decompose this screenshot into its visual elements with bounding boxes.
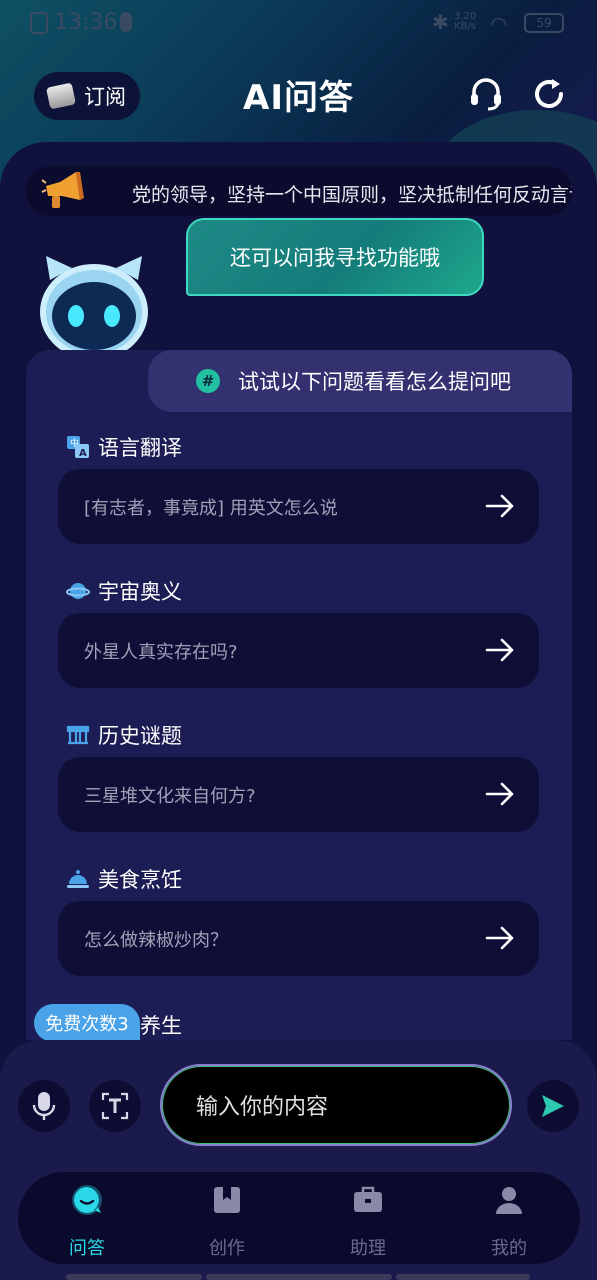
svg-text:中: 中 (70, 437, 79, 449)
bubble-text: 还可以问我寻找功能哦 (230, 246, 440, 270)
translate-icon: 中 A (67, 436, 89, 459)
chat-icon (72, 1185, 102, 1215)
hash-icon: # (196, 369, 220, 393)
gesture-bar-segment (66, 1274, 202, 1280)
briefcase-icon (354, 1186, 382, 1212)
category-title: 宇宙奥义 (66, 576, 182, 606)
cloche-icon (67, 870, 89, 888)
megaphone-icon (41, 172, 84, 208)
status-bar: 13:36 ✱ 3.20 KB/s ◠ 59 (0, 0, 597, 48)
category-title: 美食烹饪 (66, 864, 182, 894)
category-title-partial: 养生 (140, 1014, 182, 1038)
wifi-icon: ◠ (490, 12, 508, 36)
user-icon (496, 1187, 522, 1214)
nav-tab-assistant[interactable]: 助理 (318, 1184, 418, 1260)
refresh-icon[interactable] (531, 76, 567, 112)
gesture-bar-segment (396, 1274, 530, 1280)
message-input[interactable]: 输入你的内容 (160, 1064, 512, 1146)
planet-icon (66, 583, 90, 599)
free-count-badge: 免费次数3 (34, 1004, 140, 1042)
net-speed: 3.20 KB/s (454, 11, 477, 32)
assistant-bubble: 还可以问我寻找功能哦 (186, 218, 484, 296)
suggestion-question[interactable]: [有志者，事竟成] 用英文怎么说 (58, 469, 539, 544)
announcement-marquee[interactable]: 党的领导，坚持一个中国原则，坚决抵制任何反动言论 (26, 166, 572, 216)
text-format-icon (101, 1092, 129, 1120)
history-icon (66, 725, 90, 745)
suggestion-question[interactable]: 怎么做辣椒炒肉？ (58, 901, 539, 976)
nav-tab-mine[interactable]: 我的 (459, 1184, 559, 1260)
headset-icon[interactable] (468, 76, 504, 112)
voice-input-button[interactable] (18, 1080, 70, 1132)
arrow-right-icon (485, 782, 514, 806)
bookmark-icon (214, 1187, 240, 1213)
bluetooth-icon: ✱ (432, 10, 449, 34)
svg-text:A: A (79, 448, 87, 459)
mic-status-icon (120, 12, 132, 32)
battery-icon: 59 (524, 13, 564, 33)
category-title: 历史谜题 (66, 720, 182, 750)
suggestions-tab: # 试试以下问题看看怎么提问吧 (148, 350, 572, 412)
microphone-icon (32, 1092, 56, 1120)
nav-tab-create[interactable]: 创作 (177, 1184, 277, 1260)
suggestions-tab-label: 试试以下问题看看怎么提问吧 (238, 370, 511, 394)
nav-tab-qa[interactable]: 问答 (37, 1184, 137, 1260)
arrow-right-icon (485, 926, 514, 950)
send-icon (542, 1095, 564, 1117)
gesture-bar-segment (206, 1274, 392, 1280)
suggestion-question[interactable]: 外星人真实存在吗? (58, 613, 539, 688)
robot-avatar (40, 256, 148, 360)
message-placeholder: 输入你的内容 (196, 1095, 329, 1120)
suggestion-question[interactable]: 三星堆文化来自何方? (58, 757, 539, 832)
category-title: 中 A 语言翻译 (66, 432, 182, 462)
page-title: AI问答 (243, 78, 354, 118)
announcement-text: 党的领导，坚持一个中国原则，坚决抵制任何反动言论 (132, 184, 572, 206)
text-mode-button[interactable] (89, 1080, 141, 1132)
send-button[interactable] (527, 1080, 579, 1132)
notification-icon (30, 12, 48, 34)
arrow-right-icon (485, 638, 514, 662)
arrow-right-icon (485, 494, 514, 518)
status-time: 13:36 (54, 10, 118, 35)
